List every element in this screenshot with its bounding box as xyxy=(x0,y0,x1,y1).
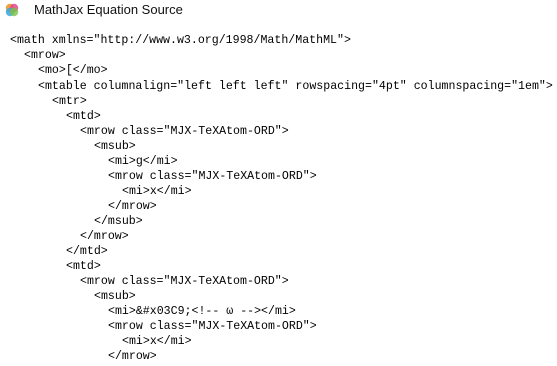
source-line: <mtr> xyxy=(52,95,87,108)
mathjax-logo-icon xyxy=(5,3,19,17)
source-line: </mrow> xyxy=(80,230,129,243)
source-line: </mrow> xyxy=(108,200,157,213)
title-bar[interactable]: MathJax Equation Source xyxy=(0,0,557,24)
source-line: </mtd> xyxy=(66,245,108,258)
equation-source-text[interactable]: <math xmlns="http://www.w3.org/1998/Math… xyxy=(0,24,557,366)
window-title: MathJax Equation Source xyxy=(34,2,183,17)
source-line: <mrow class="MJX-TeXAtom-ORD"> xyxy=(108,170,317,183)
mathjax-source-window: MathJax Equation Source <math xmlns="htt… xyxy=(0,0,557,366)
source-line: <mtd> xyxy=(66,260,101,273)
source-line: <mi>&#x03C9;<!-- ω --></mi> xyxy=(108,305,296,318)
source-line: <mo>[</mo> xyxy=(38,64,108,77)
source-line: <msub> xyxy=(94,290,136,303)
source-line: <mrow class="MJX-TeXAtom-ORD"> xyxy=(108,320,317,333)
source-line: <mrow class="MJX-TeXAtom-ORD"> xyxy=(80,125,289,138)
source-line: <math xmlns="http://www.w3.org/1998/Math… xyxy=(10,34,351,47)
source-line: <mtd> xyxy=(66,110,101,123)
source-line: <mtable columnalign="left left left" row… xyxy=(38,80,553,93)
source-line: <mrow class="MJX-TeXAtom-ORD"> xyxy=(80,275,289,288)
source-line: <mi>x</mi> xyxy=(122,185,192,198)
source-line: <mi>x</mi> xyxy=(122,335,192,348)
source-line: <msub> xyxy=(94,140,136,153)
source-line: </mrow> xyxy=(108,350,157,363)
source-line: </msub> xyxy=(94,215,143,228)
source-line: <mi>g</mi> xyxy=(108,155,178,168)
source-line: <mrow> xyxy=(24,49,66,62)
